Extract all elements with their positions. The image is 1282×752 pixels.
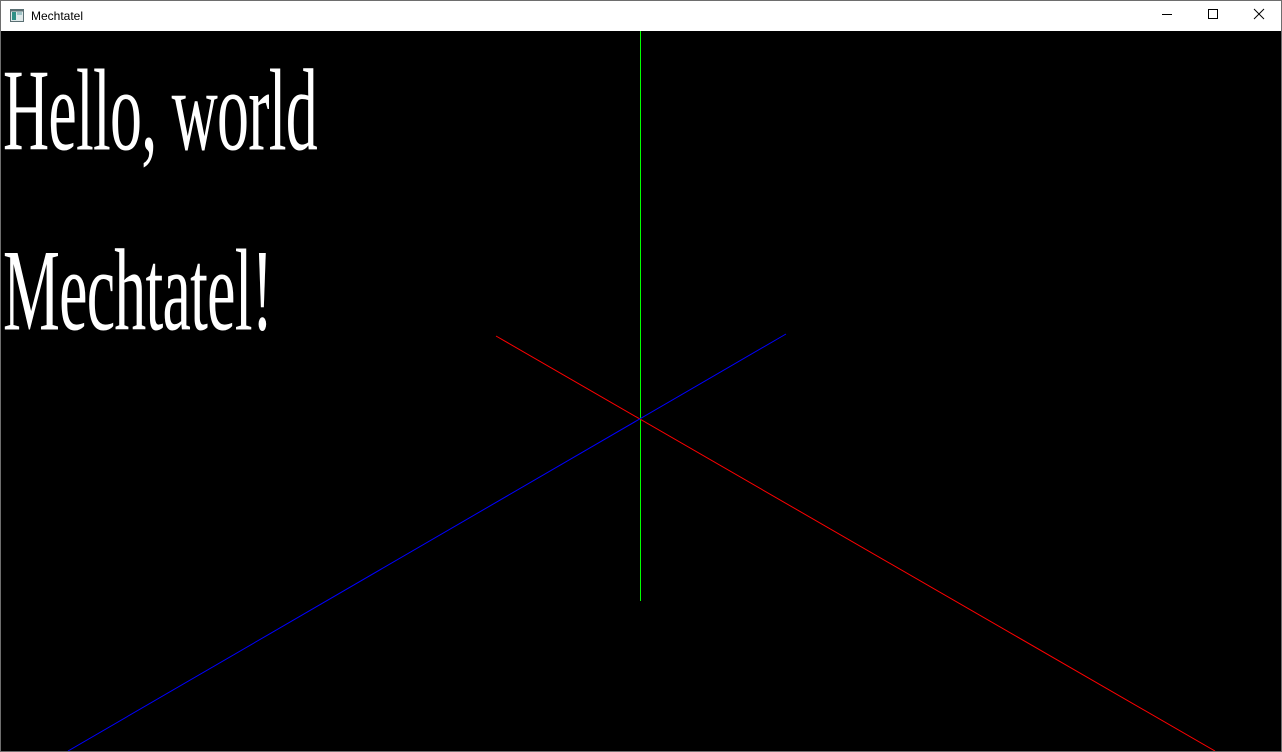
hello-world-text: Hello, world	[3, 45, 318, 176]
render-viewport[interactable]: Hello, world Mechtatel!	[1, 31, 1281, 751]
maximize-icon	[1207, 7, 1219, 25]
application-window: Mechtatel Hello, world Mechtatel!	[0, 0, 1282, 752]
title-bar[interactable]: Mechtatel	[1, 1, 1281, 31]
close-button[interactable]	[1236, 1, 1281, 31]
z-axis-line	[67, 333, 787, 751]
x-axis-line	[495, 335, 1216, 751]
mechtatel-text: Mechtatel!	[3, 225, 273, 356]
app-window-icon	[10, 9, 24, 22]
maximize-button[interactable]	[1190, 1, 1236, 31]
minimize-icon	[1161, 7, 1173, 25]
minimize-button[interactable]	[1144, 1, 1190, 31]
close-icon	[1253, 7, 1265, 25]
window-title: Mechtatel	[31, 9, 84, 23]
